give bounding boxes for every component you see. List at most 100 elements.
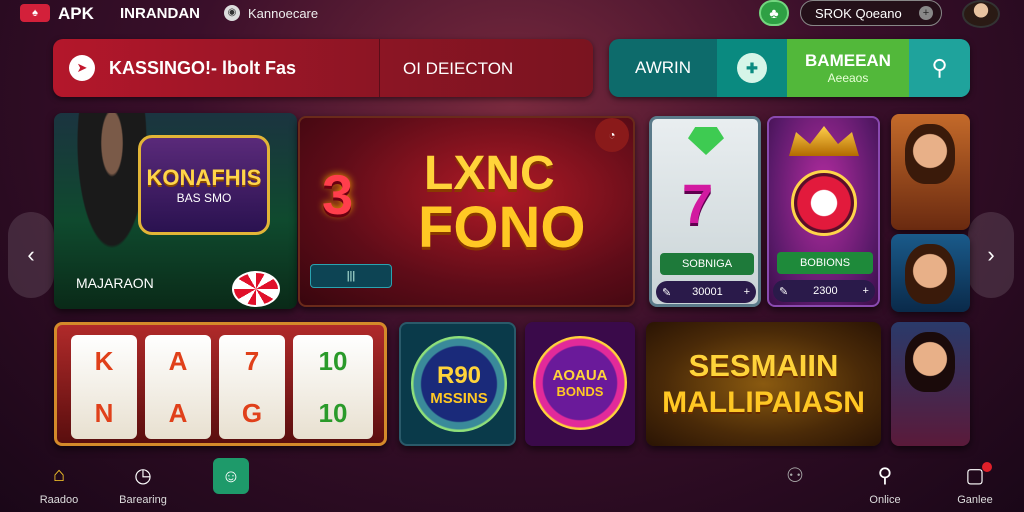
nav-item-chat[interactable]: ▢ Ganlee — [940, 454, 1010, 512]
game-crest: KONAFHIS BAS SMO — [138, 135, 270, 235]
chevron-right-icon: › — [987, 242, 995, 267]
title-line-1: LXNC — [424, 147, 555, 200]
slot-card-seven[interactable]: 7 SOBNIGA ✎ 30001 + — [649, 116, 761, 307]
character-card-woman[interactable] — [891, 322, 970, 446]
reel-symbol: A — [168, 345, 188, 376]
promo-banner[interactable]: SESMAIIN MALLIPAIASN — [646, 322, 881, 446]
action-bar: AWRIN ✚ BAMEEAN Aeeaos ⚲ — [609, 39, 970, 97]
edit-icon: ✎ — [779, 285, 789, 298]
play-button[interactable]: SOBNIGA — [660, 253, 754, 275]
reel: KN — [71, 335, 137, 439]
nav-label: Barearing — [119, 494, 167, 506]
bet-amount: 30001 — [692, 286, 723, 298]
nav-item-center[interactable]: ☺ — [196, 454, 266, 512]
reel: AA — [145, 335, 211, 439]
reel: 10 10 — [293, 335, 373, 439]
search-icon: ⚲ — [931, 55, 948, 80]
character-card-man[interactable] — [891, 234, 970, 312]
bonus-card-2[interactable]: AOAUA BONDS — [525, 322, 635, 446]
reel-symbol: 10 — [318, 345, 348, 376]
plus-icon[interactable]: + — [919, 6, 933, 20]
promo-line-2: MALLIPAIASN — [662, 386, 865, 419]
crest-subtitle: BAS SMO — [176, 191, 232, 205]
cherries-icon: ⚇ — [786, 464, 804, 487]
nav-label: Onlice — [869, 494, 901, 506]
big-number: 3 — [322, 163, 354, 226]
carousel-prev-button[interactable]: ‹ — [8, 212, 54, 298]
bonus-button[interactable]: BOBIONS — [777, 252, 873, 274]
title-line-2: FONO — [418, 195, 586, 260]
nav-item-history[interactable]: ◷ Barearing — [108, 454, 178, 512]
bottom-nav: ⌂ Raadoo ◷ Barearing ☺ ⚇ ⚲ Onlice ▢ Ganl… — [0, 454, 1024, 512]
top-bar: ♠ APK INRANDAN ◉ Kannoecare ♣ SROK Qoean… — [0, 0, 1024, 28]
shield-button[interactable]: ✚ — [717, 39, 787, 97]
nav-label: Ganlee — [957, 494, 993, 506]
awin-button[interactable]: AWRIN — [609, 58, 717, 78]
promo-title: BAMEEAN — [805, 51, 891, 70]
reel-symbol: 10 — [318, 397, 348, 428]
search-button[interactable]: ⚲ — [909, 39, 970, 97]
clock-icon: ◷ — [134, 464, 152, 487]
home-icon: ⌂ — [52, 463, 66, 486]
carousel-next-button[interactable]: › — [968, 212, 1014, 298]
add-icon[interactable]: + — [744, 286, 750, 298]
pin-icon: ➤ — [69, 55, 95, 81]
bonus-badge: AOAUA BONDS — [533, 336, 627, 430]
bet-row[interactable]: ✎ 30001 + — [656, 281, 756, 303]
gift-button[interactable]: ♣ — [759, 0, 789, 26]
bot-icon: ☺ — [213, 458, 249, 494]
gift-icon: ♣ — [769, 5, 779, 21]
brand-secondary: INRANDAN — [120, 5, 200, 22]
app-logo[interactable]: ♠ — [20, 4, 50, 22]
character-portrait — [905, 332, 955, 392]
bet-amount: 2300 — [813, 285, 838, 297]
bonus-value: AOAUA — [552, 367, 608, 384]
reel-symbol: G — [241, 397, 263, 428]
selection-dropdown[interactable]: OI DEIECTON — [403, 59, 513, 79]
card-label: MAJARAON — [76, 275, 154, 291]
nav-item-games[interactable]: ⚇ — [760, 454, 830, 512]
reel: 7G — [219, 335, 285, 439]
nav-item-home[interactable]: ⌂ Raadoo — [24, 454, 94, 512]
brand-name: APK — [58, 4, 94, 23]
gem-icon — [688, 127, 724, 155]
featured-card-main[interactable]: 3 LXNC FONO ||| ◔ — [298, 116, 635, 307]
avatar[interactable] — [962, 0, 1000, 28]
bonus-badge: R90 MSSINS — [411, 336, 507, 432]
chevron-left-icon: ‹ — [27, 242, 35, 267]
nav-label: Raadoo — [39, 494, 79, 506]
crown-icon — [789, 126, 859, 156]
reel-symbol: K — [94, 345, 114, 376]
account-pill[interactable]: SROK Qoeano + — [800, 0, 942, 26]
promo-button[interactable]: BAMEEAN Aeeaos — [787, 39, 909, 97]
character-portrait — [905, 124, 955, 184]
chip-icon — [232, 271, 280, 307]
bonus-card-1[interactable]: R90 MSSINS — [399, 322, 516, 446]
nav-item-search[interactable]: ⚲ Onlice — [850, 454, 920, 512]
bonus-value: R90 — [436, 361, 482, 389]
crest-title: KONAFHIS — [146, 165, 262, 190]
reel-symbol: 7 — [244, 345, 260, 376]
search-title: KASSINGO!- lbolt Fas — [109, 57, 297, 78]
reel-symbol: A — [168, 397, 188, 428]
search-bar[interactable]: ➤ KASSINGO!- lbolt Fas OI DEIECTON — [53, 39, 593, 97]
character-card-warrior[interactable] — [891, 114, 970, 230]
featured-card-dealer[interactable]: KONAFHIS BAS SMO MAJARAON — [54, 113, 297, 309]
bonus-label: BONDS — [556, 384, 604, 399]
subtitle: Kannoecare — [248, 6, 319, 21]
bonus-label: MSSINS — [430, 389, 488, 407]
shield-icon: ✚ — [737, 53, 767, 83]
account-label: SROK Qoeano — [815, 5, 902, 21]
reel-symbol: N — [94, 397, 114, 428]
seven-symbol: 7 — [682, 172, 714, 235]
bet-row[interactable]: ✎ 2300 + — [773, 280, 875, 302]
search-icon: ⚲ — [877, 464, 893, 487]
location-icon: ◉ — [224, 5, 240, 21]
notification-badge — [982, 462, 992, 472]
slot-card-orb[interactable]: BOBIONS ✎ 2300 + — [767, 116, 880, 307]
add-icon[interactable]: + — [863, 285, 869, 297]
slot-machine-card[interactable]: KN AA 7G 10 10 — [54, 322, 387, 446]
mini-button[interactable]: ||| — [310, 264, 392, 288]
character-portrait — [905, 244, 955, 304]
edit-icon: ✎ — [662, 286, 672, 299]
